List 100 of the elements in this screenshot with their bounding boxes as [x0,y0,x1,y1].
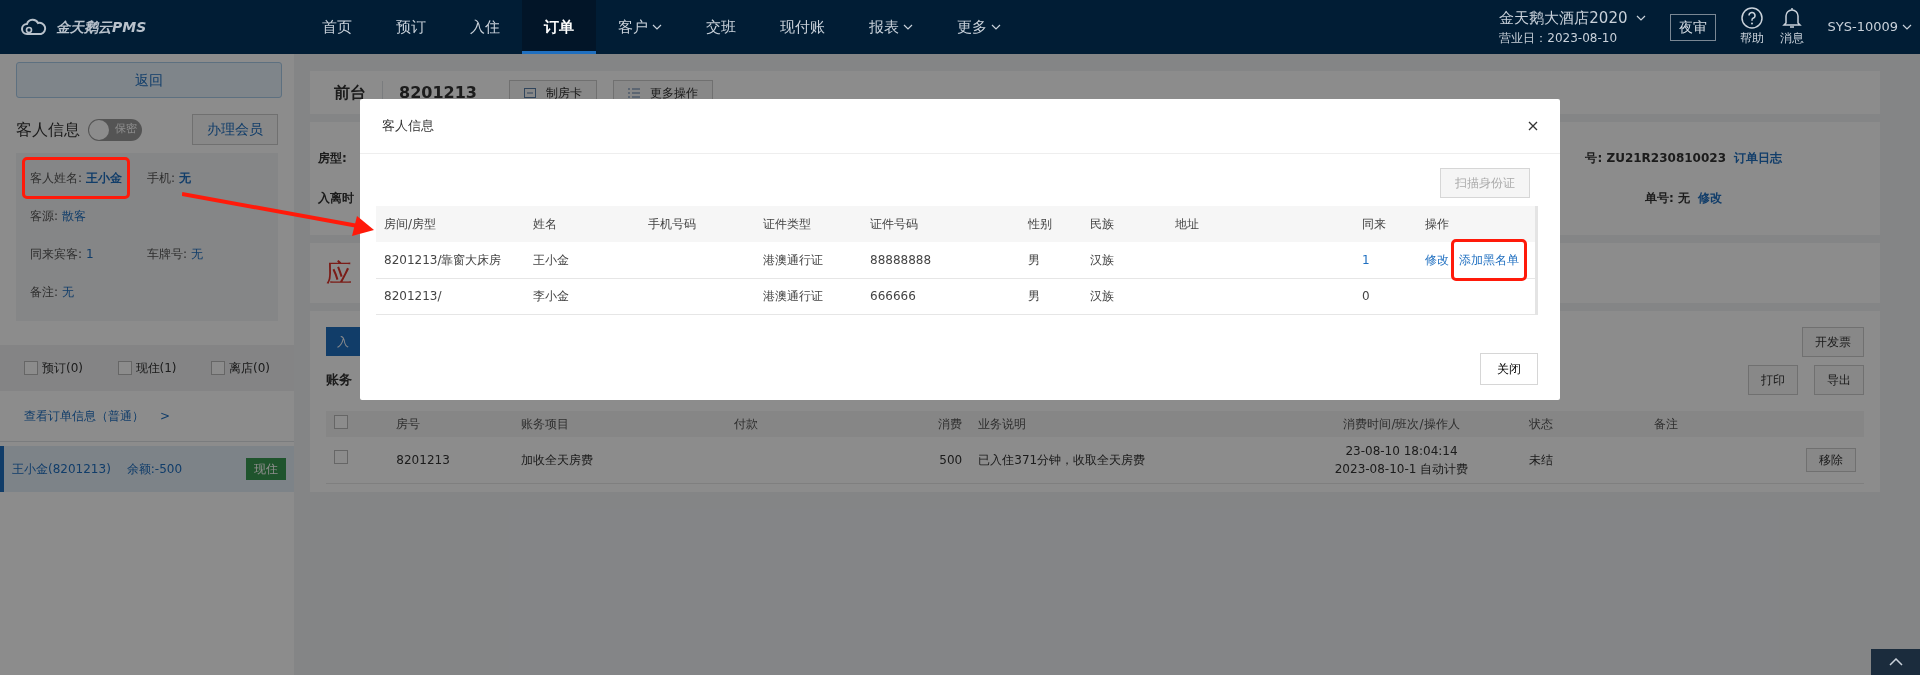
column-header: 状态 [1521,411,1646,437]
order-info-link[interactable]: 查看订单信息（普通） [24,407,144,425]
column-header: 账务项目 [513,411,727,437]
table-cell: 港澳通行证 [763,252,823,267]
action-link[interactable]: 修改 [1425,252,1449,267]
messages-button[interactable]: 消息 [1779,7,1804,47]
table-cell: 男 [1028,289,1040,303]
filter-checkbox[interactable]: 离店(0) [211,359,270,377]
invoice-button[interactable]: 开发票 [1802,327,1864,357]
info-label: 入离时 [318,190,354,207]
column-header: 消费时间/班次/操作人 [1282,411,1521,437]
member-button[interactable]: 办理会员 [192,114,278,145]
nav-tab[interactable]: 报表 [847,0,935,54]
info-label: 房型: [318,150,347,167]
chevron-down-icon [1902,24,1912,30]
section-title: 客人信息 [16,118,80,141]
business-date: 营业日：2023-08-10 [1499,30,1619,48]
nav-tab[interactable]: 入住 [448,0,522,54]
hotel-selector[interactable]: 金天鹅大酒店2020 [1499,6,1646,30]
chevron-down-icon [1635,15,1646,21]
filter-checkbox[interactable]: 预订(0) [24,359,83,377]
info-field: 客源: 散客 [30,209,87,223]
table-cell-text: 23-08-10 18:04:14 [1344,442,1459,460]
info-field: 手机: 无 [147,171,192,185]
select-all-checkbox[interactable] [334,414,348,429]
info-field: 客人姓名: 王小金 [30,171,123,185]
page-title: 前台 [334,81,366,104]
nav-tab[interactable]: 首页 [300,0,374,54]
column-header: 姓名 [525,206,640,242]
table-cell: 王小金 [533,252,569,267]
close-icon [1528,121,1538,131]
column-header: 手机号码 [640,206,755,242]
table-cell: 88888888 [870,252,932,267]
column-header: 房间/房型 [376,206,525,242]
info-field: 号: ZU21R230810023 [1585,149,1726,167]
column-header: 消费 [866,411,971,437]
nav-tab[interactable]: 现付账 [758,0,847,54]
column-header: 房号 [388,411,514,437]
help-button[interactable]: 帮助 [1739,7,1764,47]
table-cell: 8201213 [396,452,450,467]
action-button[interactable]: 导出 [1814,365,1864,395]
back-button[interactable]: 返回 [16,62,282,98]
column-header: 地址 [1167,206,1354,242]
guest-item[interactable]: 王小金(8201213) 余额:-500 现住 [0,446,294,492]
table-cell: 已入住371分钟，收取全天房费 [978,452,1146,467]
table-cell-text: 2023-08-10-1 自动计费 [1333,460,1470,478]
filter-checkbox[interactable]: 现住(1) [117,359,177,377]
column-header: 民族 [1082,206,1167,242]
card-icon [523,87,536,98]
list-icon [627,87,640,98]
info-field: 车牌号: 无 [147,247,204,261]
info-field: 同来宾客: 1 [30,247,94,261]
table-cell: 8201213/ [384,289,442,303]
table-cell: 8201213/靠窗大床房 [384,252,502,267]
nav-tab[interactable]: 交班 [684,0,758,54]
logo-text: 金天鹅云PMS [56,17,147,37]
table-cell: 汉族 [1090,289,1114,303]
info-field: 单号: 无 [1645,189,1690,207]
user-menu[interactable]: SYS-10009 [1827,17,1912,37]
close-dialog-button[interactable]: 关闭 [1480,353,1538,385]
table-cell: 港澳通行证 [763,289,823,303]
night-audit-button[interactable]: 夜审 [1669,13,1716,41]
column-header: 证件号码 [862,206,1020,242]
column-header: 备注 [1645,411,1740,437]
receivable-label: 应 [326,256,352,290]
add-bill-button[interactable]: 入 [326,327,360,356]
column-header: 证件类型 [755,206,862,242]
info-link[interactable]: 修改 [1698,189,1722,207]
help-icon [1740,7,1763,29]
table-cell: 汉族 [1090,252,1114,267]
dialog-title: 客人信息 [382,117,434,136]
table-cell: 李小金 [533,289,569,303]
column-header: 性别 [1020,206,1082,242]
cloud-icon [20,18,48,36]
column-header: 操作 [1417,206,1535,242]
column-header: 同来 [1354,206,1417,242]
nav-tab[interactable]: 客户 [596,0,684,54]
info-link[interactable]: 订单日志 [1734,149,1782,167]
row-checkbox[interactable] [334,450,348,465]
table-cell: 666666 [870,289,916,303]
bell-icon [1781,7,1802,29]
nav-tab[interactable]: 更多 [935,0,1023,54]
table-cell[interactable]: 1 [1362,252,1370,267]
table-cell: 500 [939,452,963,467]
nav-tab[interactable]: 订单 [522,0,596,54]
status-tag: 现住 [246,458,286,480]
table-cell: 未结 [1529,452,1553,467]
section-title: 账务 [326,371,352,390]
chevron-up-icon [1888,658,1903,666]
remove-button[interactable]: 移除 [1806,447,1856,472]
table-cell: 加收全天房费 [521,452,594,467]
close-button[interactable] [1528,121,1538,131]
table-cell: 男 [1028,252,1040,267]
table-cell: 0 [1362,289,1370,303]
action-link[interactable]: 添加黑名单 [1459,252,1519,267]
action-button[interactable]: 打印 [1748,365,1798,395]
back-to-top-button[interactable] [1871,649,1920,675]
info-field: 备注: 无 [30,285,75,299]
nav-tab[interactable]: 预订 [374,0,448,54]
chevron-link[interactable]: > [160,407,171,425]
